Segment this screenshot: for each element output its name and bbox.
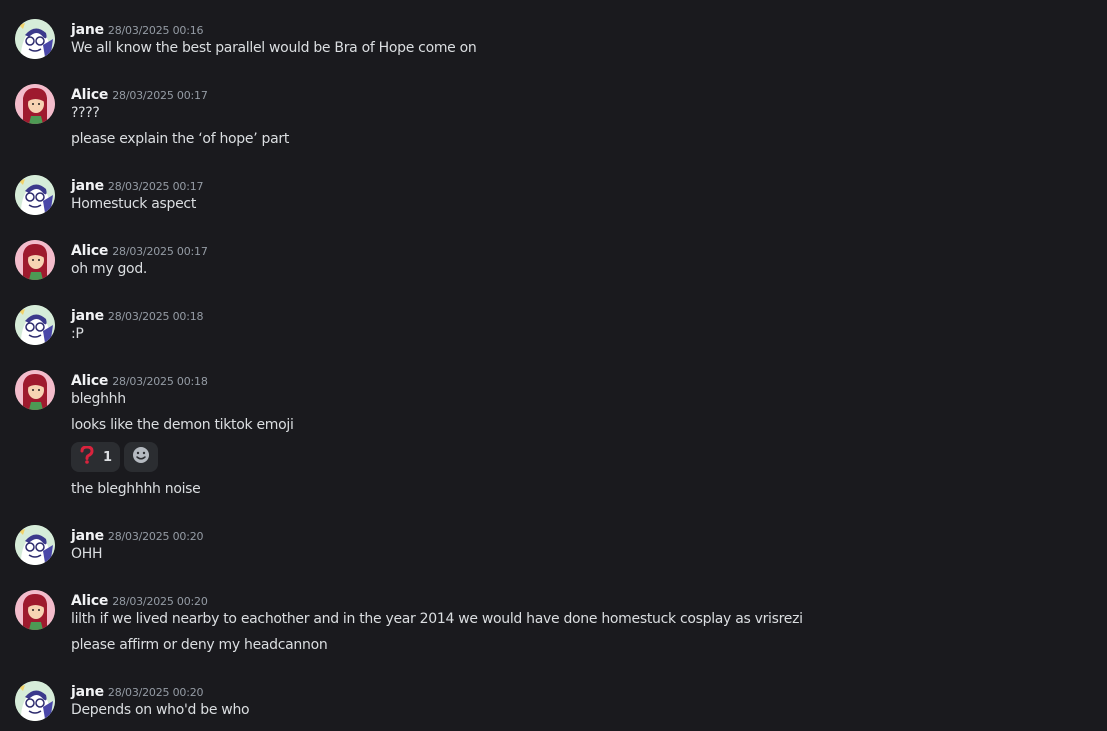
avatar[interactable] (15, 175, 55, 215)
avatar[interactable] (15, 370, 55, 410)
author-name[interactable]: jane (71, 22, 104, 38)
timestamp: 28/03/2025 00:20 (107, 686, 204, 699)
message-text: lilth if we lived nearby to eachother an… (71, 611, 803, 627)
add-reaction-button[interactable] (124, 442, 159, 472)
avatar[interactable] (15, 525, 55, 565)
author-name[interactable]: jane (71, 178, 104, 194)
message-text: looks like the demon tiktok emoji (71, 417, 294, 433)
timestamp: 28/03/2025 00:17 (112, 89, 208, 102)
author-name[interactable]: Alice (71, 373, 108, 389)
chat-log: jane 28/03/2025 00:16 We all know the bes… (0, 0, 1107, 731)
message-text: ???? (71, 105, 100, 121)
timestamp: 28/03/2025 00:16 (107, 24, 204, 37)
timestamp: 28/03/2025 00:17 (112, 245, 208, 258)
timestamp: 28/03/2025 00:20 (112, 595, 208, 608)
avatar[interactable] (15, 84, 55, 124)
avatar[interactable] (15, 19, 55, 59)
timestamp: 28/03/2025 00:18 (112, 375, 208, 388)
author-name[interactable]: jane (71, 308, 104, 324)
reaction-count: 1 (103, 449, 113, 465)
author-name[interactable]: Alice (71, 243, 108, 259)
author-name[interactable]: Alice (71, 593, 108, 609)
avatar[interactable] (15, 305, 55, 345)
message-text: please affirm or deny my headcannon (71, 637, 328, 653)
avatar[interactable] (15, 590, 55, 630)
message-text: oh my god. (71, 261, 148, 277)
message-text: :P (71, 326, 84, 342)
message-text: bleghhh (71, 391, 126, 407)
message-text: please explain the ‘of hope’ part (71, 131, 290, 147)
question-mark-icon (79, 445, 95, 468)
add-reaction-icon (132, 446, 150, 468)
timestamp: 28/03/2025 00:18 (107, 310, 204, 323)
author-name[interactable]: jane (71, 528, 104, 544)
avatar[interactable] (15, 681, 55, 721)
reaction-question[interactable]: 1 (71, 442, 121, 472)
author-name[interactable]: Alice (71, 87, 108, 103)
message-text: Depends on who'd be who (71, 702, 250, 718)
timestamp: 28/03/2025 00:20 (107, 530, 204, 543)
author-name[interactable]: jane (71, 684, 104, 700)
message-text: OHH (71, 546, 103, 562)
reactions-bar: 1 (71, 442, 159, 472)
timestamp: 28/03/2025 00:17 (107, 180, 204, 193)
message-text: the bleghhhh noise (71, 481, 201, 497)
message-text: We all know the best parallel would be B… (71, 40, 477, 56)
avatar[interactable] (15, 240, 55, 280)
message-text: Homestuck aspect (71, 196, 197, 212)
